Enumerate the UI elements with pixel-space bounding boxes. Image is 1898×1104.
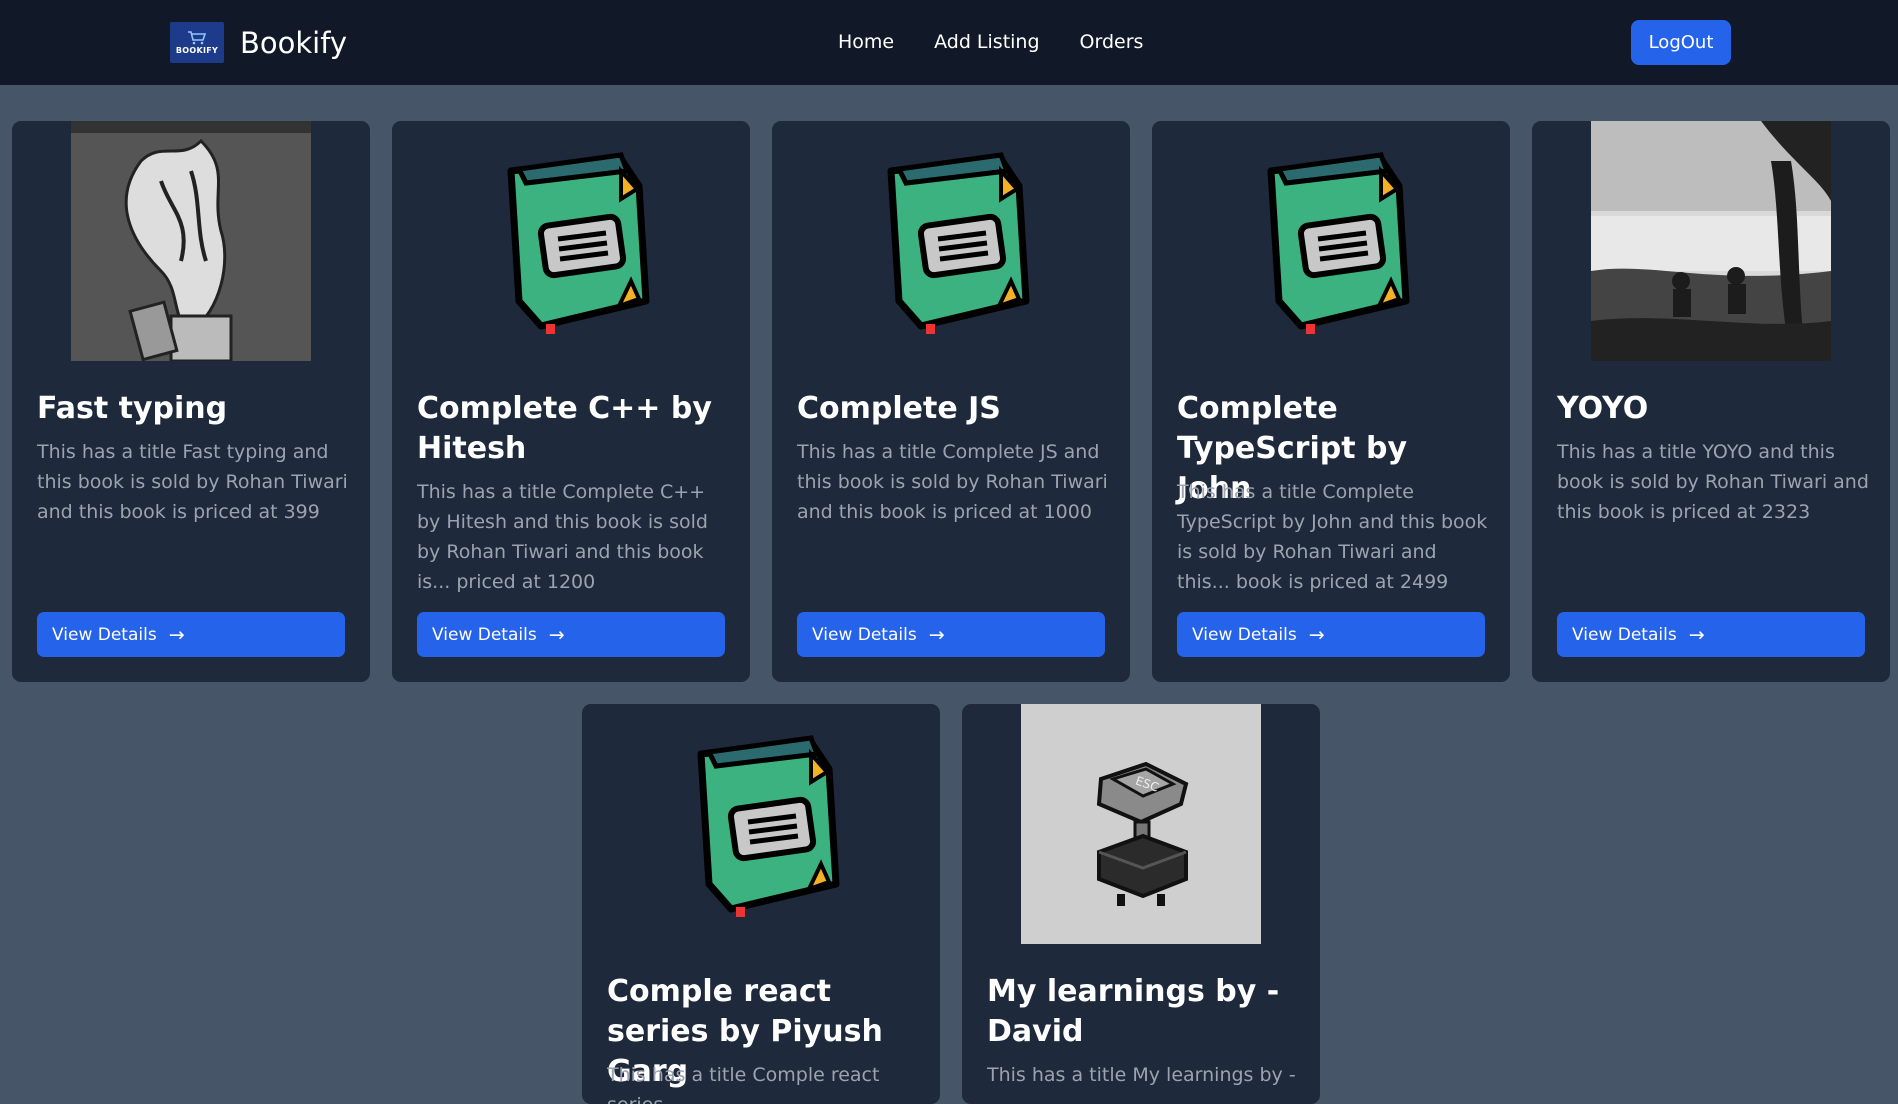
view-details-label: View Details [1572, 624, 1677, 645]
view-details-label: View Details [1192, 624, 1297, 645]
book-title: Complete JS [797, 391, 1001, 426]
brand-name[interactable]: Bookify [240, 26, 347, 60]
view-details-label: View Details [432, 624, 537, 645]
arrow-right-icon: → [548, 623, 565, 646]
book-cover-image [1211, 121, 1451, 361]
book-cover-image: ESC [1021, 704, 1261, 944]
cart-icon [188, 30, 207, 44]
arrow-right-icon: → [928, 623, 945, 646]
green-book-illustration [851, 141, 1051, 341]
view-details-label: View Details [812, 624, 917, 645]
nav-add-listing[interactable]: Add Listing [934, 31, 1039, 53]
book-card: Complete JS This has a title Complete JS… [772, 121, 1130, 682]
book-card: ESC My learnings by - David This has a t… [962, 704, 1320, 1104]
landscape-monochrome-art [1591, 121, 1831, 361]
book-card: Complete C++ by Hitesh This has a title … [392, 121, 750, 682]
book-card: Comple react series by Piyush Garg This … [582, 704, 940, 1104]
brand[interactable]: BOOKIFY Bookify [170, 22, 347, 63]
book-cover-image [71, 121, 311, 361]
navbar: BOOKIFY Bookify Home Add Listing Orders … [0, 0, 1898, 85]
view-details-button[interactable]: View Details → [37, 612, 345, 657]
book-description: This has a title Complete C++ by Hitesh … [417, 481, 708, 593]
book-cover-image [831, 121, 1071, 361]
nav-links: Home Add Listing Orders [838, 31, 1183, 53]
book-title: Complete C++ by Hitesh [417, 391, 712, 466]
keycap-illustration: ESC [1021, 704, 1261, 944]
view-details-button[interactable]: View Details → [1557, 612, 1865, 657]
bookify-logo: BOOKIFY [170, 22, 224, 63]
book-description: This has a title YOYO and this book is s… [1557, 441, 1869, 523]
book-description: This has a title Fast typing and this bo… [37, 441, 348, 523]
album-art-smoke-hand [71, 121, 311, 361]
logout-button[interactable]: LogOut [1631, 20, 1731, 65]
arrow-right-icon: → [168, 623, 185, 646]
arrow-right-icon: → [1688, 623, 1705, 646]
book-card: Complete TypeScript by John This has a t… [1152, 121, 1510, 682]
arrow-right-icon: → [1308, 623, 1325, 646]
book-title: YOYO [1557, 391, 1649, 426]
view-details-label: View Details [52, 624, 157, 645]
book-description: This has a title Comple react series [607, 1064, 880, 1104]
green-book-illustration [471, 141, 671, 341]
book-cover-image [1591, 121, 1831, 361]
book-cover-image [451, 121, 691, 361]
nav-orders[interactable]: Orders [1080, 31, 1144, 53]
logo-text: BOOKIFY [175, 45, 219, 55]
book-description: This has a title Complete TypeScript by … [1177, 481, 1488, 593]
view-details-button[interactable]: View Details → [1177, 612, 1485, 657]
view-details-button[interactable]: View Details → [417, 612, 725, 657]
book-card: YOYO This has a title YOYO and this book… [1532, 121, 1890, 682]
book-title: Fast typing [37, 391, 228, 426]
green-book-illustration [1231, 141, 1431, 341]
book-description: This has a title Complete JS and this bo… [797, 441, 1108, 523]
book-cover-image [641, 704, 881, 944]
book-description: This has a title My learnings by - [987, 1064, 1296, 1086]
green-book-illustration [661, 724, 861, 924]
nav-home[interactable]: Home [838, 31, 894, 53]
book-title: My learnings by - David [987, 974, 1280, 1049]
book-card: Fast typing This has a title Fast typing… [12, 121, 370, 682]
view-details-button[interactable]: View Details → [797, 612, 1105, 657]
